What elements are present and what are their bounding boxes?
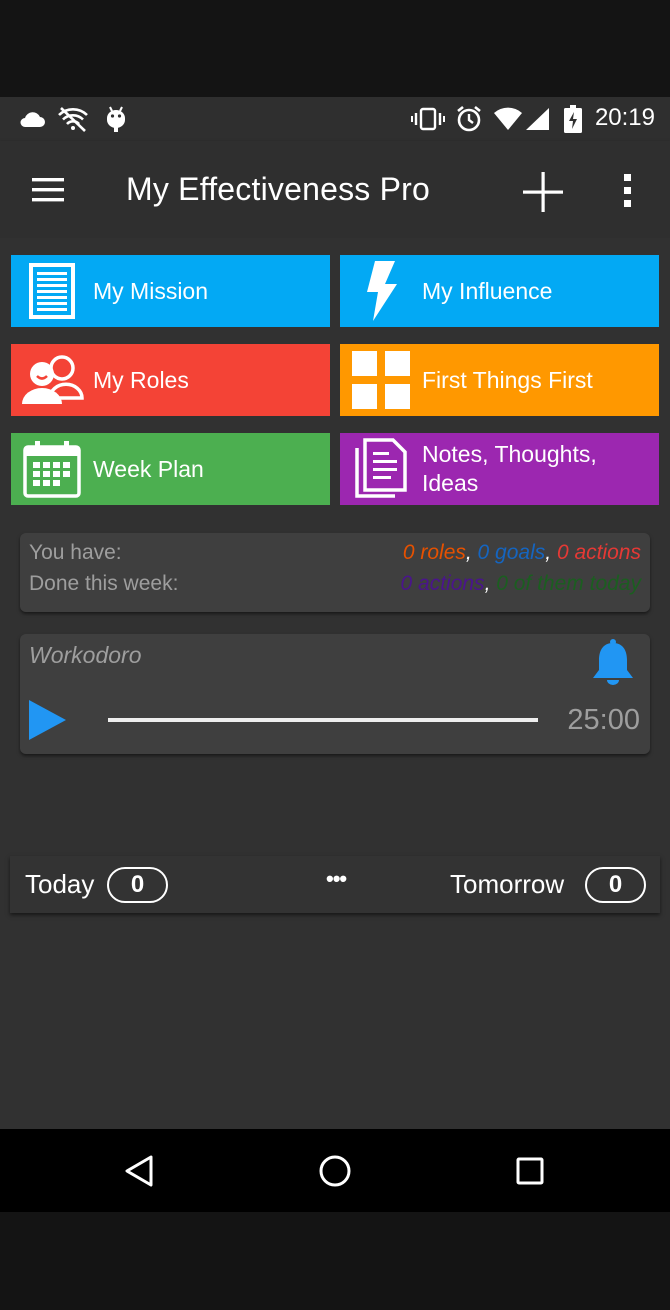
home-icon[interactable] (315, 1151, 355, 1191)
signal-icon (525, 105, 551, 133)
stats-card: You have: 0 roles, 0 goals, 0 actions Do… (20, 533, 650, 612)
tomorrow-label[interactable]: Tomorrow (450, 869, 564, 900)
counts-bar: Today 0 ••• Tomorrow 0 (10, 856, 660, 913)
week-actions-count[interactable]: 0 actions (401, 572, 485, 595)
tile-notes-thoughts-ideas[interactable]: Notes, Thoughts, Ideas (340, 433, 659, 505)
navigation-bar (0, 1129, 670, 1212)
status-time: 20:19 (594, 104, 655, 131)
play-icon[interactable] (26, 698, 68, 742)
stats-row-you-have: You have: 0 roles, 0 goals, 0 actions (29, 538, 641, 568)
cloud-icon (17, 105, 47, 133)
ellipsis-icon[interactable]: ••• (326, 866, 347, 892)
calendar-icon (11, 433, 93, 505)
more-vert-icon[interactable] (615, 171, 643, 211)
recents-icon[interactable] (510, 1151, 550, 1191)
document-icon (11, 255, 93, 327)
workodoro-title: Workodoro (29, 642, 142, 668)
tile-my-influence[interactable]: My Influence (340, 255, 659, 327)
tile-label: My Influence (422, 277, 553, 304)
notes-icon (340, 433, 422, 505)
timer-progress-bar[interactable] (108, 718, 538, 722)
separator: , (465, 541, 478, 564)
wifi-off-icon (57, 105, 89, 133)
app-bar: My Effectiveness Pro (0, 141, 670, 238)
timer-time: 25:00 (567, 704, 640, 736)
bell-icon[interactable] (590, 638, 636, 686)
stats-row-done-this-week: Done this week: 0 actions, 0 of them tod… (29, 569, 641, 599)
wifi-icon (493, 105, 523, 133)
tile-my-roles[interactable]: My Roles (11, 344, 330, 416)
hamburger-menu-icon[interactable] (30, 176, 68, 204)
workodoro-card: Workodoro 25:00 (20, 634, 650, 754)
android-icon (103, 105, 129, 133)
tile-label: First Things First (422, 366, 593, 393)
tomorrow-count-badge[interactable]: 0 (585, 867, 646, 903)
lightning-icon (340, 255, 422, 327)
alarm-icon (455, 105, 483, 133)
vibrate-icon (411, 105, 445, 133)
done-this-week-label: Done this week: (29, 572, 179, 595)
actions-count[interactable]: 0 actions (557, 541, 641, 564)
today-label[interactable]: Today (25, 869, 94, 900)
people-icon (11, 344, 93, 416)
back-icon[interactable] (120, 1151, 160, 1191)
battery-charging-icon (562, 105, 584, 133)
today-actions-count[interactable]: 0 of them today (496, 572, 641, 595)
plus-icon[interactable] (520, 169, 566, 215)
today-count-badge[interactable]: 0 (107, 867, 168, 903)
tile-label: My Roles (93, 366, 189, 393)
tile-label: Week Plan (93, 455, 204, 482)
roles-count[interactable]: 0 roles (403, 541, 466, 564)
done-this-week-values: 0 actions, 0 of them today (401, 572, 642, 596)
top-black-band (0, 0, 670, 97)
separator: , (545, 541, 557, 564)
goals-count[interactable]: 0 goals (478, 541, 546, 564)
tile-first-things-first[interactable]: First Things First (340, 344, 659, 416)
you-have-label: You have: (29, 541, 122, 564)
tile-week-plan[interactable]: Week Plan (11, 433, 330, 505)
separator: , (484, 572, 497, 595)
bottom-black-band (0, 1212, 670, 1310)
status-bar: 20:19 (0, 97, 670, 141)
tile-label: Notes, Thoughts, Ideas (422, 441, 597, 496)
tile-label: My Mission (93, 277, 209, 304)
tile-my-mission[interactable]: My Mission (11, 255, 330, 327)
you-have-values: 0 roles, 0 goals, 0 actions (403, 541, 641, 565)
app-title: My Effectiveness Pro (126, 171, 430, 207)
grid-icon (340, 344, 422, 416)
main-content: My Mission My Influence My Roles First T… (0, 238, 670, 1129)
